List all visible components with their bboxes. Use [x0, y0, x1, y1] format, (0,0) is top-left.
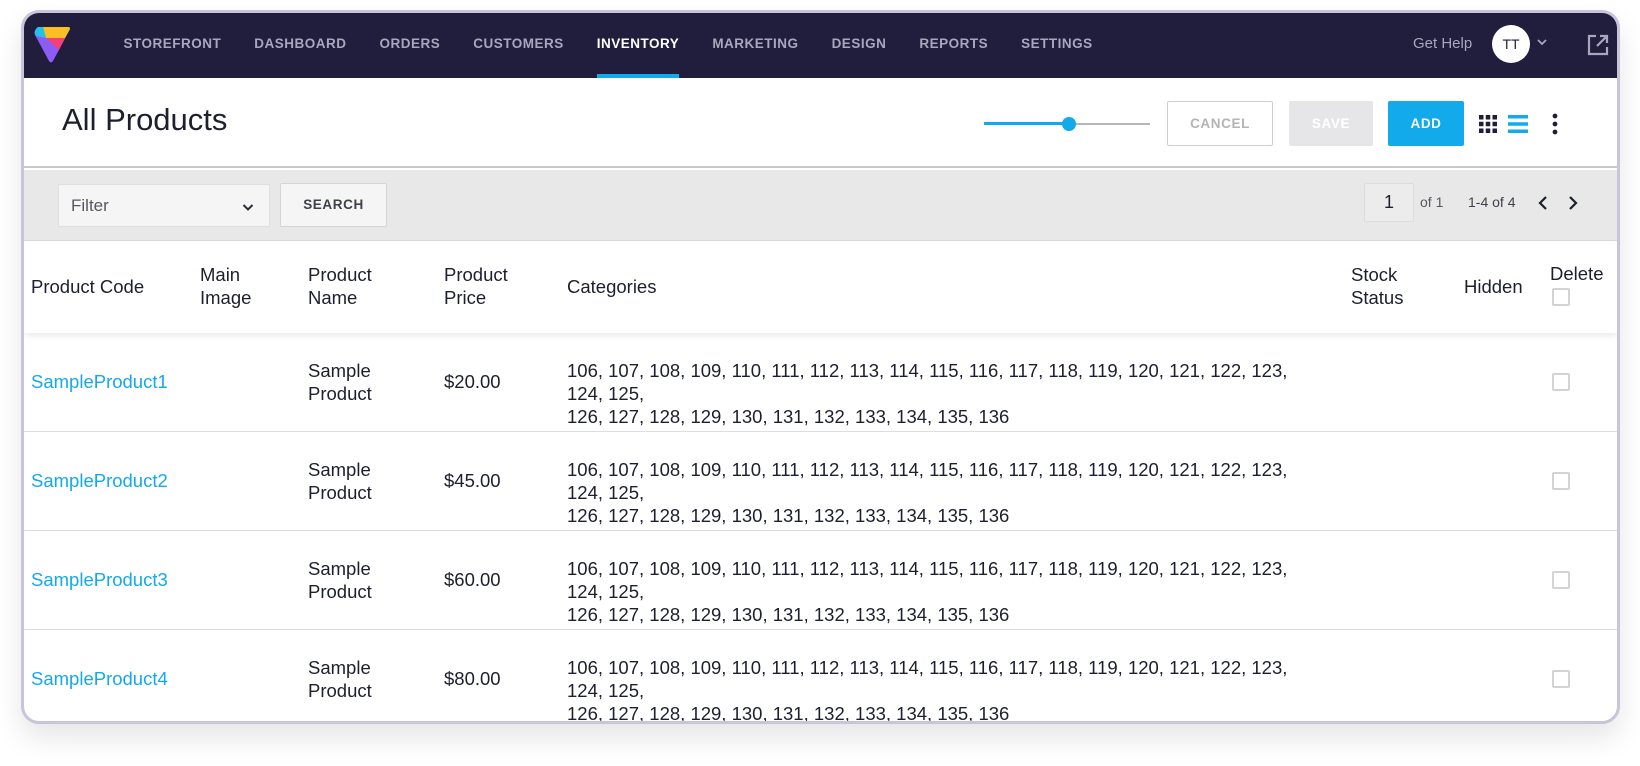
column-header-delete: Delete: [1550, 263, 1604, 284]
product-name-line: Product: [308, 680, 372, 701]
product-categories: 106, 107, 108, 109, 110, 111, 112, 113, …: [567, 359, 1327, 428]
more-vertical-icon[interactable]: [1551, 113, 1559, 135]
cancel-button[interactable]: CANCEL: [1167, 101, 1273, 146]
chevron-right-icon[interactable]: [1566, 195, 1580, 211]
column-header-main-image[interactable]: Main Image: [200, 263, 251, 309]
categories-line: 106, 107, 108, 109, 110, 111, 112, 113, …: [567, 558, 1288, 602]
chevron-down-icon: [242, 204, 254, 211]
page-header: All Products CANCEL SAVE ADD: [24, 78, 1617, 168]
column-header-product-price[interactable]: Product Price: [444, 263, 508, 309]
column-header-line: Product: [444, 264, 508, 285]
product-name: Sample Product: [308, 656, 408, 702]
column-header-hidden[interactable]: Hidden: [1464, 275, 1523, 298]
page-number-input[interactable]: 1: [1364, 183, 1414, 222]
filter-dropdown[interactable]: Filter: [58, 184, 270, 227]
external-link-icon[interactable]: [1586, 33, 1610, 57]
nav-item-reports[interactable]: REPORTS: [903, 13, 1005, 78]
page-title: All Products: [62, 102, 228, 137]
product-code-link[interactable]: SampleProduct3: [31, 568, 168, 591]
nav-item-marketing[interactable]: MARKETING: [696, 13, 815, 78]
page-total: of 1: [1420, 194, 1444, 210]
product-price: $20.00: [444, 371, 501, 392]
products-table-body: SampleProduct1 Sample Product $20.00 106…: [24, 333, 1617, 724]
table-row: SampleProduct4 Sample Product $80.00 106…: [24, 630, 1617, 724]
column-header-line: Name: [308, 287, 358, 308]
add-button[interactable]: ADD: [1388, 101, 1464, 146]
column-header-product-code[interactable]: Product Code: [31, 275, 144, 298]
product-categories: 106, 107, 108, 109, 110, 111, 112, 113, …: [567, 557, 1327, 626]
categories-line: 126, 127, 128, 129, 130, 131, 132, 133, …: [567, 604, 1010, 625]
chevron-left-icon[interactable]: [1536, 195, 1550, 211]
nav-item-dashboard[interactable]: DASHBOARD: [238, 13, 363, 78]
user-avatar[interactable]: TT: [1492, 25, 1530, 63]
column-header-categories[interactable]: Categories: [567, 275, 656, 298]
categories-line: 126, 127, 128, 129, 130, 131, 132, 133, …: [567, 703, 1010, 724]
product-name-line: Sample: [308, 558, 371, 579]
search-button[interactable]: SEARCH: [280, 183, 387, 227]
select-all-delete-checkbox[interactable]: [1552, 288, 1570, 306]
delete-checkbox[interactable]: [1552, 373, 1570, 391]
column-header-line: Product: [308, 264, 372, 285]
zoom-slider[interactable]: [984, 117, 1150, 131]
chevron-down-icon[interactable]: [1535, 35, 1549, 49]
delete-checkbox[interactable]: [1552, 571, 1570, 589]
product-price: $80.00: [444, 668, 501, 689]
column-header-line: Stock: [1351, 264, 1398, 285]
categories-line: 126, 127, 128, 129, 130, 131, 132, 133, …: [567, 406, 1010, 427]
product-name: Sample Product: [308, 359, 408, 405]
product-name: Sample Product: [308, 458, 408, 504]
list-view-icon[interactable]: [1508, 115, 1528, 133]
nav-item-orders[interactable]: ORDERS: [363, 13, 457, 78]
column-header-product-name[interactable]: Product Name: [308, 263, 372, 309]
product-name-line: Sample: [308, 459, 371, 480]
results-range: 1-4 of 4: [1468, 194, 1516, 210]
app-window: STOREFRONT DASHBOARD ORDERS CUSTOMERS IN…: [21, 10, 1620, 724]
delete-checkbox[interactable]: [1552, 472, 1570, 490]
product-price: $60.00: [444, 569, 501, 590]
categories-line: 106, 107, 108, 109, 110, 111, 112, 113, …: [567, 360, 1288, 404]
filter-bar: Filter SEARCH 1 of 1 1-4 of 4: [24, 170, 1617, 241]
column-header-stock-status[interactable]: Stock Status: [1351, 263, 1403, 309]
nav-item-customers[interactable]: CUSTOMERS: [457, 13, 581, 78]
table-header: Product Code Main Image Product Name Pro…: [24, 241, 1617, 333]
product-categories: 106, 107, 108, 109, 110, 111, 112, 113, …: [567, 656, 1327, 724]
save-button[interactable]: SAVE: [1289, 101, 1373, 146]
product-name-line: Product: [308, 383, 372, 404]
column-header-line: Image: [200, 287, 252, 308]
table-row: SampleProduct3 Sample Product $60.00 106…: [24, 531, 1617, 630]
product-name: Sample Product: [308, 557, 408, 603]
product-name-line: Sample: [308, 657, 371, 678]
product-name-line: Product: [308, 482, 372, 503]
get-help-link[interactable]: Get Help: [1413, 13, 1472, 75]
column-header-line: Main: [200, 264, 241, 285]
slider-thumb[interactable]: [1061, 117, 1076, 131]
slider-fill: [984, 122, 1069, 125]
nav-item-storefront[interactable]: STOREFRONT: [107, 13, 238, 78]
top-nav: STOREFRONT DASHBOARD ORDERS CUSTOMERS IN…: [24, 13, 1617, 78]
nav-item-settings[interactable]: SETTINGS: [1005, 13, 1110, 78]
categories-line: 126, 127, 128, 129, 130, 131, 132, 133, …: [567, 505, 1010, 526]
product-name-line: Sample: [308, 360, 371, 381]
column-header-line: Status: [1351, 287, 1404, 308]
grid-view-icon[interactable]: [1479, 115, 1497, 133]
categories-line: 106, 107, 108, 109, 110, 111, 112, 113, …: [567, 459, 1288, 503]
product-code-link[interactable]: SampleProduct4: [31, 667, 168, 690]
product-code-link[interactable]: SampleProduct1: [31, 370, 168, 393]
categories-line: 106, 107, 108, 109, 110, 111, 112, 113, …: [567, 657, 1288, 701]
nav-menu: STOREFRONT DASHBOARD ORDERS CUSTOMERS IN…: [107, 13, 1109, 78]
column-header-line: Price: [444, 287, 487, 308]
nav-item-design[interactable]: DESIGN: [815, 13, 903, 78]
product-price: $45.00: [444, 470, 501, 491]
product-categories: 106, 107, 108, 109, 110, 111, 112, 113, …: [567, 458, 1327, 527]
table-row: SampleProduct1 Sample Product $20.00 106…: [24, 333, 1617, 432]
table-row: SampleProduct2 Sample Product $45.00 106…: [24, 432, 1617, 531]
product-name-line: Product: [308, 581, 372, 602]
delete-checkbox[interactable]: [1552, 670, 1570, 688]
brand-logo-icon[interactable]: [32, 23, 72, 65]
product-code-link[interactable]: SampleProduct2: [31, 469, 168, 492]
nav-item-inventory[interactable]: INVENTORY: [580, 13, 696, 78]
filter-dropdown-value: Filter: [71, 196, 109, 215]
